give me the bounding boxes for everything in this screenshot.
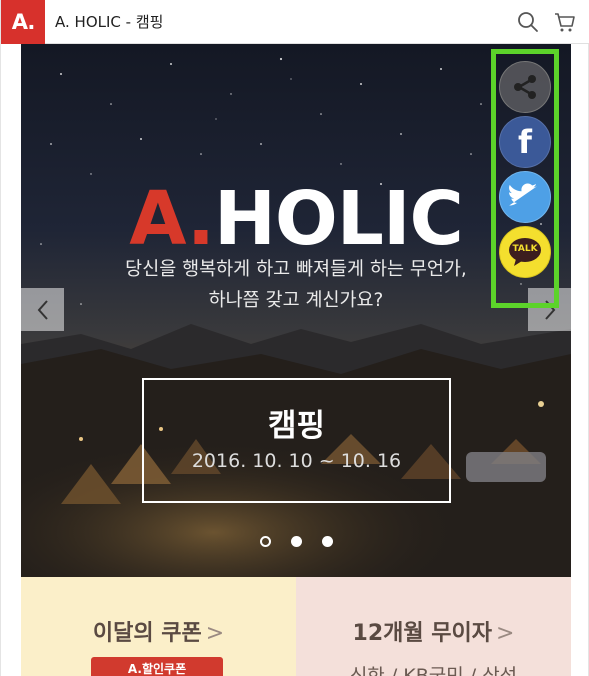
slide-dot-1[interactable] [259,536,271,547]
twitter-share-button[interactable] [499,171,551,223]
installment-promo-title: 12개월 무이자 > [296,615,571,647]
chevron-right-icon: > [496,621,515,646]
installment-promo[interactable]: 12개월 무이자 > 신한 / KB국민 / 삼성 [296,577,571,676]
facebook-icon: f [518,123,532,161]
slide-dot-3[interactable] [321,536,333,547]
facebook-share-button[interactable]: f [499,116,551,168]
coupon-promo-title: 이달의 쿠폰 > [21,615,296,647]
installment-promo-label: 12개월 무이자 [352,621,493,646]
installment-card-list: 신한 / KB국민 / 삼성 [349,665,518,676]
event-title: 캠핑 [267,408,326,444]
share-icon [514,75,536,99]
hero-banner[interactable]: A.HOLIC 당신을 행복하게 하고 빠져들게 하는 무언가, 하나쯤 갖고 … [21,44,571,577]
twitter-icon [509,183,537,206]
tagline-line-1: 당신을 행복하게 하고 빠져들게 하는 무언가, [125,259,467,280]
tagline-line-2: 하나쯤 갖고 계신가요? [208,290,384,311]
brand-mark-a: A. [129,176,215,262]
share-panel: f TALK [491,49,559,308]
banner-brand: A.HOLIC [21,179,571,259]
page-frame: A. A. HOLIC - 캠핑 A.HOLIC 당신을 행복하게 하고 빠져들… [0,0,589,676]
coupon-promo[interactable]: 이달의 쿠폰 > A.할인쿠폰 [21,577,296,676]
event-dates: 2016. 10. 10 ~ 10. 16 [191,450,402,472]
chevron-right-icon: > [205,621,225,646]
coupon-badge[interactable]: A.할인쿠폰 [91,657,223,676]
cart-icon[interactable] [553,10,577,34]
coupon-promo-label: 이달의 쿠폰 [92,621,202,646]
kakaotalk-label: TALK [512,244,538,254]
share-button[interactable] [499,61,551,113]
slide-dot-2[interactable] [290,536,302,547]
brand-wordmark: HOLIC [213,176,464,262]
prev-slide-button[interactable] [21,288,64,331]
search-icon[interactable] [516,10,540,34]
banner-tagline: 당신을 행복하게 하고 빠져들게 하는 무언가, 하나쯤 갖고 계신가요? [21,254,571,316]
kakaotalk-share-button[interactable]: TALK [499,226,551,278]
app-header: A. A. HOLIC - 캠핑 [1,0,589,44]
brand-logo[interactable]: A. [1,0,45,44]
slide-indicators [21,536,571,548]
chevron-left-icon [37,299,48,320]
event-box[interactable]: 캠핑 2016. 10. 10 ~ 10. 16 [142,378,451,503]
page-title: A. HOLIC - 캠핑 [55,13,164,31]
